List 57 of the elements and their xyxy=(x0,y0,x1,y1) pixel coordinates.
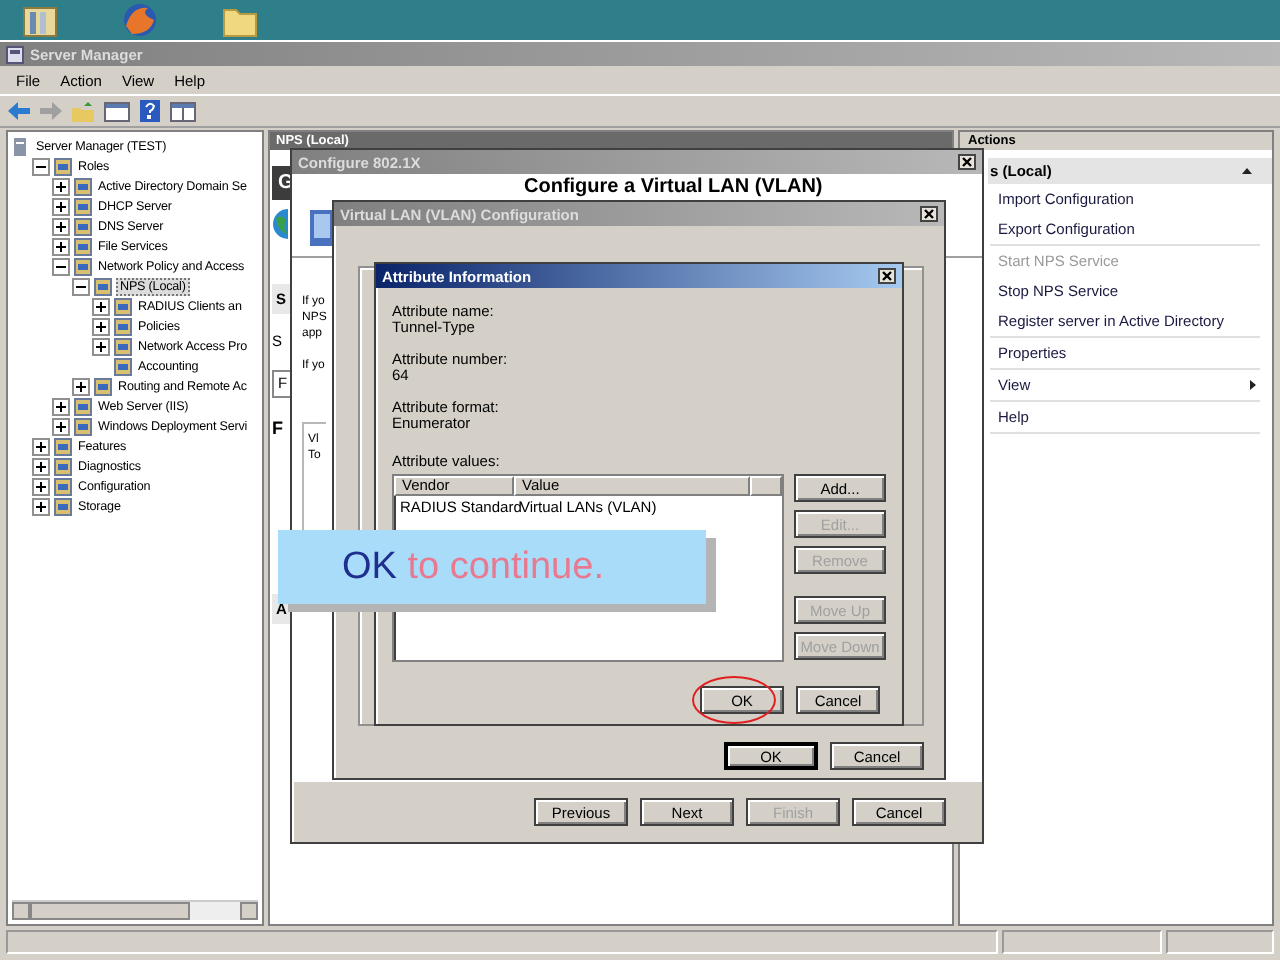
expand-toggle[interactable] xyxy=(72,377,90,395)
close-icon xyxy=(878,268,896,284)
expand-toggle[interactable] xyxy=(52,417,70,435)
expand-toggle[interactable] xyxy=(32,437,50,455)
collapse-toggle[interactable] xyxy=(72,277,90,295)
collapse-toggle[interactable] xyxy=(32,157,50,175)
expand-toggle[interactable] xyxy=(92,337,110,355)
panel-icon xyxy=(170,101,196,121)
column-header xyxy=(750,476,782,496)
expand-toggle[interactable] xyxy=(52,197,70,215)
panel-icon xyxy=(104,101,130,121)
collapse-arrow-icon xyxy=(1242,168,1252,174)
node-icon xyxy=(54,157,72,175)
forward-arrow-icon xyxy=(40,102,62,120)
browser-icon xyxy=(120,2,160,38)
node-icon xyxy=(74,197,92,215)
expand-toggle[interactable] xyxy=(32,497,50,515)
expand-toggle[interactable] xyxy=(32,457,50,475)
node-icon xyxy=(54,497,72,515)
node-icon xyxy=(54,477,72,495)
node-icon xyxy=(54,457,72,475)
close-icon xyxy=(958,154,976,170)
server-icon xyxy=(12,137,30,155)
node-icon xyxy=(94,277,112,295)
horizontal-scrollbar[interactable] xyxy=(12,900,258,920)
back-arrow-icon xyxy=(8,102,30,120)
expand-toggle[interactable] xyxy=(32,477,50,495)
node-icon xyxy=(114,337,132,355)
node-icon xyxy=(54,437,72,455)
globe-icon xyxy=(272,208,288,240)
node-icon xyxy=(114,297,132,315)
node-icon xyxy=(114,357,132,375)
node-icon xyxy=(74,397,92,415)
submenu-arrow-icon xyxy=(1250,380,1256,390)
expand-toggle[interactable] xyxy=(92,317,110,335)
node-icon xyxy=(114,317,132,335)
heading-text: F xyxy=(272,418,283,438)
node-icon xyxy=(74,417,92,435)
node-icon xyxy=(74,217,92,235)
expand-toggle[interactable] xyxy=(52,237,70,255)
library-icon xyxy=(20,2,60,38)
wizard-heading: Configure a Virtual LAN (VLAN) xyxy=(524,176,823,198)
expand-toggle[interactable] xyxy=(92,297,110,315)
folder-up-icon xyxy=(72,101,94,121)
help-icon xyxy=(140,100,160,122)
node-icon xyxy=(74,257,92,275)
expand-toggle[interactable] xyxy=(52,177,70,195)
node-icon xyxy=(74,237,92,255)
callout-banner: OK to continue. xyxy=(278,530,706,604)
expand-toggle[interactable] xyxy=(52,397,70,415)
window-icon xyxy=(6,45,24,63)
expand-toggle[interactable] xyxy=(52,217,70,235)
node-icon xyxy=(74,177,92,195)
collapse-toggle[interactable] xyxy=(52,257,70,275)
close-icon xyxy=(920,206,938,222)
node-icon xyxy=(94,377,112,395)
monitor-icon xyxy=(308,208,336,248)
